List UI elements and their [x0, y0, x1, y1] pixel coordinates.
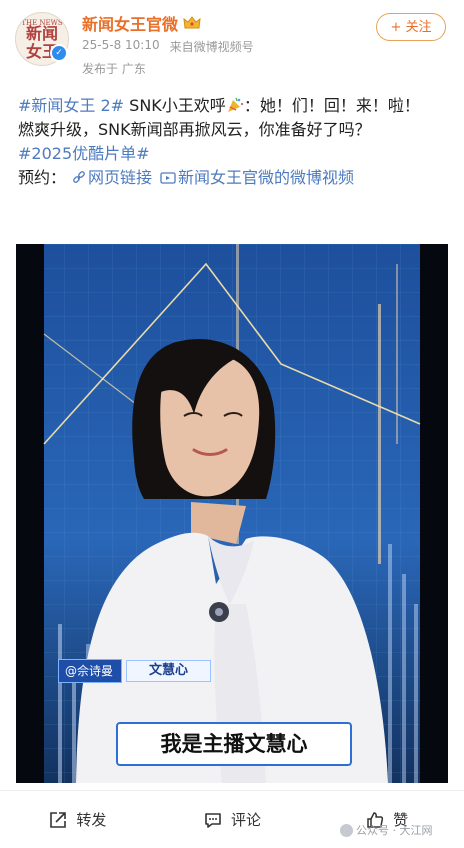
wechat-icon	[340, 823, 353, 837]
post-meta: 25-5-8 10:10 来自微博视频号	[82, 38, 254, 55]
link-icon	[73, 171, 85, 183]
crown-icon	[183, 16, 201, 29]
repost-button[interactable]: 转发	[0, 809, 155, 830]
post-line-4: 预约： 网页链接 新闻女王官微的微博视频	[18, 166, 448, 190]
web-link[interactable]: 网页链接	[88, 168, 152, 187]
post-line-1: #新闻女王 2# SNK小王欢呼 ：她！们！回！来！啦！	[18, 94, 448, 118]
follow-button[interactable]: + 关注	[376, 13, 446, 41]
comment-label: 评论	[231, 811, 262, 829]
share-icon	[50, 811, 67, 828]
post-line-3: #2025优酷片单#	[18, 142, 448, 166]
action-bar: 转发 评论 赞	[0, 790, 464, 848]
name-tag-role: 文慧心	[126, 660, 212, 682]
watermark: 公众号 · 大江网	[340, 822, 433, 838]
video-subtitle: 我是主播文慧心	[116, 722, 352, 766]
hashtag-news-queen[interactable]: #新闻女王 2#	[18, 96, 124, 115]
username[interactable]: 新闻女王官微	[82, 11, 178, 35]
watermark-text: 公众号 · 大江网	[356, 824, 433, 837]
post-source: 来自微博视频号	[169, 40, 254, 54]
hashtag-2025-list[interactable]: #2025优酷片单#	[18, 144, 150, 163]
name-tag: @佘诗曼 文慧心	[58, 659, 212, 683]
verified-icon: ✓	[50, 44, 68, 62]
party-popper-icon	[227, 97, 243, 112]
post-text: #新闻女王 2# SNK小王欢呼 ：她！们！回！来！啦！ 燃爽升级，SNK新闻部再…	[18, 94, 448, 190]
post-location: 发布于 广东	[82, 62, 146, 76]
repost-label: 转发	[76, 811, 107, 829]
video-icon	[160, 172, 176, 184]
post-date: 25-5-8 10:10	[82, 38, 160, 52]
weibo-video-link[interactable]: 新闻女王官微的微博视频	[178, 168, 354, 187]
post-text-1-end: ：她！们！回！来！啦！	[243, 96, 420, 115]
post-line-2: 燃爽升级，SNK新闻部再掀风云，你准备好了吗？	[18, 120, 371, 139]
video-player[interactable]: @佘诗曼 文慧心 我是主播文慧心	[16, 244, 448, 783]
name-tag-handle: @佘诗曼	[58, 659, 123, 683]
comment-button[interactable]: 评论	[155, 809, 310, 830]
name-row: 新闻女王官微	[82, 12, 201, 34]
post-header: THE NEWS 新闻女王 ✓ 新闻女王官微 25-5-8 10:10 来自微博…	[0, 0, 464, 86]
reserve-label: 预约：	[18, 168, 67, 187]
presenter-figure	[76, 338, 388, 783]
post-text-1: SNK小王欢呼	[124, 96, 226, 115]
comment-icon	[205, 812, 221, 828]
